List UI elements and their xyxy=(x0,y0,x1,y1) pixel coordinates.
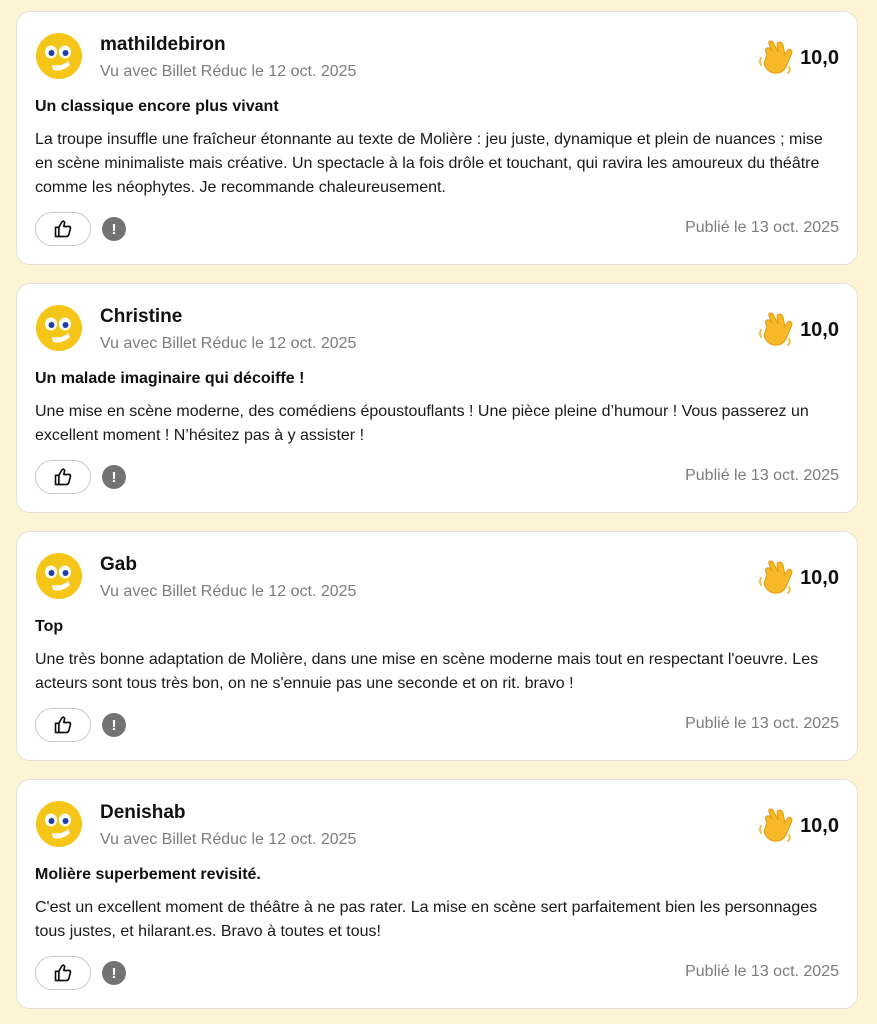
rating: 10,0 xyxy=(758,40,839,76)
smiley-face-icon[interactable] xyxy=(35,304,83,352)
rating-value: 10,0 xyxy=(800,318,839,341)
report-button[interactable]: ! xyxy=(102,713,126,737)
review-body: Une très bonne adaptation de Molière, da… xyxy=(35,651,819,692)
review-card: Gab Vu avec Billet Réduc le 12 oct. 2025… xyxy=(16,531,858,761)
rating-value: 10,0 xyxy=(800,566,839,589)
review-title: Un malade imaginaire qui décoiffe ! xyxy=(35,370,305,387)
review-footer: ! Publié le 13 oct. 2025 xyxy=(35,460,839,494)
report-button[interactable]: ! xyxy=(102,961,126,985)
review-card: Christine Vu avec Billet Réduc le 12 oct… xyxy=(16,283,858,513)
published-date: Publié le 13 oct. 2025 xyxy=(685,219,839,236)
like-button[interactable] xyxy=(35,460,91,494)
smiley-face-icon[interactable] xyxy=(35,800,83,848)
review-card: mathildebiron Vu avec Billet Réduc le 12… xyxy=(16,11,858,265)
rating: 10,0 xyxy=(758,560,839,596)
rating: 10,0 xyxy=(758,808,839,844)
review-title: Top xyxy=(35,618,64,635)
waving-hand-icon xyxy=(759,808,793,842)
reviews-list: mathildebiron Vu avec Billet Réduc le 12… xyxy=(0,0,877,1024)
review-footer: ! Publié le 13 oct. 2025 xyxy=(35,708,839,742)
published-date: Publié le 13 oct. 2025 xyxy=(685,467,839,484)
waving-hand-icon xyxy=(759,40,793,74)
smiley-face-icon[interactable] xyxy=(35,552,83,600)
like-button[interactable] xyxy=(35,212,91,246)
waving-hand-icon xyxy=(759,312,793,346)
rating-value: 10,0 xyxy=(800,814,839,837)
waving-hand-icon xyxy=(759,560,793,594)
seen-with-text: Vu avec Billet Réduc le 12 oct. 2025 xyxy=(100,63,357,80)
review-body: C'est un excellent moment de théâtre à n… xyxy=(35,899,818,940)
like-button[interactable] xyxy=(35,956,91,990)
published-date: Publié le 13 oct. 2025 xyxy=(685,715,839,732)
review-card: Denishab Vu avec Billet Réduc le 12 oct.… xyxy=(16,779,858,1009)
published-date: Publié le 13 oct. 2025 xyxy=(685,963,839,980)
review-body: Une mise en scène moderne, des comédiens… xyxy=(35,403,809,444)
username[interactable]: Christine xyxy=(100,306,182,328)
rating: 10,0 xyxy=(758,312,839,348)
seen-with-text: Vu avec Billet Réduc le 12 oct. 2025 xyxy=(100,335,357,352)
seen-with-text: Vu avec Billet Réduc le 12 oct. 2025 xyxy=(100,831,357,848)
thumbs-up-icon xyxy=(54,220,72,238)
seen-with-text: Vu avec Billet Réduc le 12 oct. 2025 xyxy=(100,583,357,600)
username[interactable]: mathildebiron xyxy=(100,34,226,56)
review-body: La troupe insuffle une fraîcheur étonnan… xyxy=(35,131,823,196)
thumbs-up-icon xyxy=(54,964,72,982)
thumbs-up-icon xyxy=(54,468,72,486)
review-title: Molière superbement revisité. xyxy=(35,866,261,883)
username[interactable]: Denishab xyxy=(100,802,186,824)
report-button[interactable]: ! xyxy=(102,217,126,241)
review-footer: ! Publié le 13 oct. 2025 xyxy=(35,212,839,246)
like-button[interactable] xyxy=(35,708,91,742)
smiley-face-icon[interactable] xyxy=(35,32,83,80)
review-footer: ! Publié le 13 oct. 2025 xyxy=(35,956,839,990)
report-button[interactable]: ! xyxy=(102,465,126,489)
thumbs-up-icon xyxy=(54,716,72,734)
review-title: Un classique encore plus vivant xyxy=(35,98,279,115)
rating-value: 10,0 xyxy=(800,46,839,69)
username[interactable]: Gab xyxy=(100,554,137,576)
